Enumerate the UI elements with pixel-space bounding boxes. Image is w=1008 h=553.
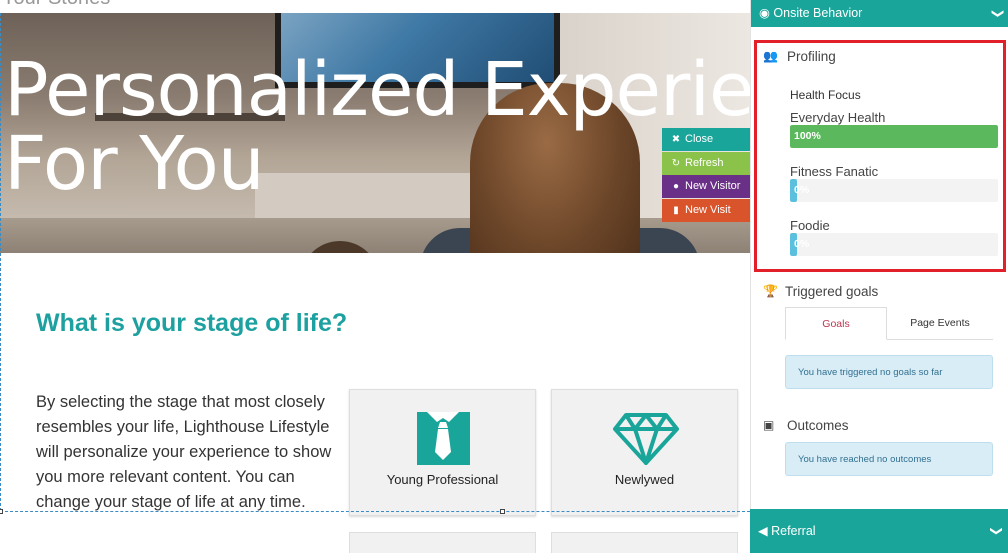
profiling-title: Profiling xyxy=(787,49,836,64)
profile-progress-bar: 0% xyxy=(790,179,998,202)
card-label: Newlywed xyxy=(614,472,675,487)
tab-goals[interactable]: Goals xyxy=(785,307,887,340)
onsite-behavior-header[interactable]: ◉ Onsite Behavior ❯ xyxy=(751,0,1008,27)
card-young-professional[interactable]: Young Professional xyxy=(349,389,536,516)
tab-page-events[interactable]: Page Events xyxy=(887,307,993,340)
top-partial-text: Your Stories xyxy=(2,0,110,10)
diamond-icon xyxy=(613,412,679,465)
progress-fill xyxy=(790,125,998,148)
top-strip: Your Stories xyxy=(0,0,750,13)
card-newlywed[interactable]: Newlywed xyxy=(551,389,738,516)
selection-outline-bottom xyxy=(0,511,750,512)
profile-progress-bar: 0% xyxy=(790,233,998,256)
resize-handle[interactable] xyxy=(0,509,3,514)
card-partial[interactable] xyxy=(349,532,536,553)
hero-title: Personalized Experienc For You xyxy=(4,53,750,201)
money-icon: ▣ xyxy=(763,418,775,432)
progress-percent: 100% xyxy=(794,130,821,142)
new-visit-button[interactable]: ▮ New Visit xyxy=(662,198,750,222)
outcomes-title: Outcomes xyxy=(787,418,849,433)
new-visitor-button[interactable]: ● New Visitor xyxy=(662,175,750,198)
outcomes-empty-message: You have reached no outcomes xyxy=(785,442,993,476)
close-button[interactable]: ✖ Close xyxy=(662,128,750,151)
user-icon: ● xyxy=(672,181,680,192)
progress-percent: 0% xyxy=(794,238,810,250)
resize-handle[interactable] xyxy=(500,509,505,514)
onsite-behavior-title: Onsite Behavior xyxy=(773,6,863,20)
goals-empty-message: You have triggered no goals so far xyxy=(785,355,993,389)
onsite-icon: ◉ xyxy=(759,6,770,20)
progress-percent: 0% xyxy=(794,184,810,196)
chevron-down-icon[interactable]: ❯ xyxy=(984,8,1008,18)
chevron-down-icon[interactable]: ❯ xyxy=(975,526,1008,536)
profile-row-label: Everyday Health xyxy=(790,110,886,125)
close-icon: ✖ xyxy=(671,134,681,145)
profiling-section: 👥 Profiling Health Focus Everyday Health… xyxy=(754,40,1006,272)
tie-icon xyxy=(417,412,470,465)
profile-key-name: Health Focus xyxy=(790,88,861,102)
referral-header[interactable]: ◀ Referral ❯ xyxy=(750,509,1008,553)
trophy-icon: 🏆 xyxy=(763,284,778,298)
stage-description: By selecting the stage that most closely… xyxy=(36,393,332,511)
card-label: Young Professional xyxy=(386,472,499,487)
goals-tabs: Goals Page Events xyxy=(785,307,993,340)
card-partial[interactable] xyxy=(551,532,738,553)
document-icon: ▮ xyxy=(673,204,679,216)
users-icon: 👥 xyxy=(763,49,778,63)
profile-progress-bar: 100% xyxy=(790,125,998,148)
hero-title-line1: Personalized Experienc xyxy=(4,47,750,133)
website-preview: Your Stories Personalized Experienc For … xyxy=(0,0,750,553)
stage-heading: What is your stage of life? xyxy=(36,309,348,337)
megaphone-icon: ◀ xyxy=(758,524,768,538)
refresh-button[interactable]: ↻ Refresh xyxy=(662,151,750,175)
hero-title-line2: For You xyxy=(4,121,265,207)
selection-outline-left xyxy=(0,13,1,511)
profile-row-label: Foodie xyxy=(790,218,830,233)
triggered-goals-title: Triggered goals xyxy=(785,284,879,299)
refresh-icon: ↻ xyxy=(671,157,681,169)
action-buttons: ✖ Close ↻ Refresh ● New Visitor ▮ New Visit xyxy=(662,128,750,222)
referral-title: Referral xyxy=(771,524,816,538)
profile-row-label: Fitness Fanatic xyxy=(790,164,879,179)
